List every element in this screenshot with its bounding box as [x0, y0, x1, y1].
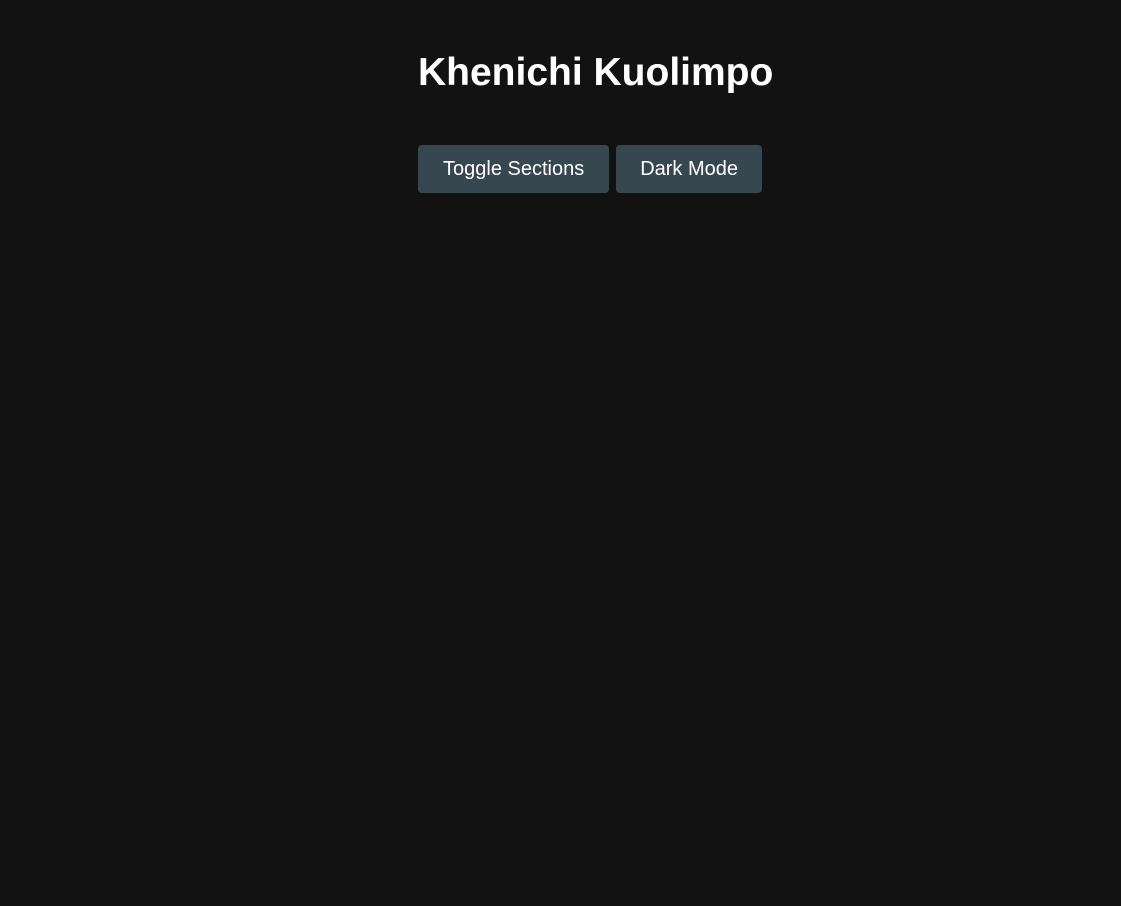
dark-mode-button[interactable]: Dark Mode: [616, 145, 763, 193]
skill-item: Olahraga: [24, 577, 107, 600]
page-title: Khenichi Kuolimpo: [418, 51, 774, 94]
personal-info-list: Jembatan Dua Sinar Budi, Jakarta, 11450,…: [24, 269, 368, 444]
email-text: khenichi.532520142 @stu.untar.ac.id: [24, 378, 354, 400]
language-item: Jepang: [24, 850, 90, 873]
skills-list: Coding Olahraga Komunikasi: [24, 542, 368, 636]
language-item: Indonesia: [24, 744, 111, 766]
profile-photo: [24, 23, 168, 167]
language-item: Inggris: [24, 779, 85, 802]
languages-list: Indonesia Inggris Mandarin Jepang: [24, 744, 368, 874]
personal-info-heading: Informasi Pribadi: [24, 212, 368, 251]
cv-page: Informasi Pribadi Jembatan Dua Sinar Bud…: [0, 0, 1121, 906]
languages-heading: Bahasa: [24, 681, 368, 720]
skill-item: Komunikasi: [24, 613, 128, 635]
sidebar: Informasi Pribadi Jembatan Dua Sinar Bud…: [0, 0, 393, 906]
phone-text: 08578112057: [24, 335, 145, 357]
skill-item: Coding: [24, 542, 88, 564]
toggle-sections-button[interactable]: Toggle Sections: [418, 145, 610, 193]
skills-heading: Kemampuan: [24, 479, 368, 518]
action-buttons: Toggle Sections Dark Mode: [418, 145, 1121, 193]
birthdate-text: 12 April 2005: [24, 421, 141, 443]
address-text: Jembatan Dua Sinar Budi, Jakarta, 11450,…: [24, 269, 335, 314]
avatar: [24, 23, 168, 167]
language-item: Mandarin: [24, 815, 108, 837]
